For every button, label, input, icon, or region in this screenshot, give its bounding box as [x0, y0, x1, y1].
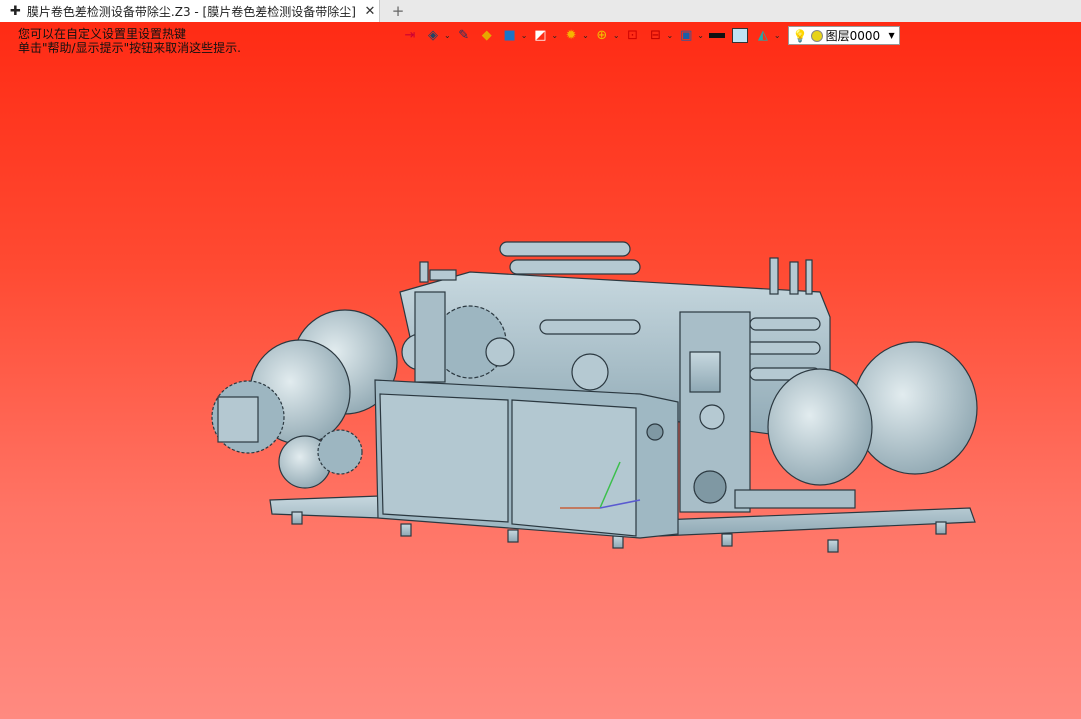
plus-icon: ✚ [10, 3, 21, 19]
close-tab-button[interactable]: ✕ [361, 4, 379, 19]
tab-title: 膜片卷色差检测设备带除尘.Z3 - [膜片卷色差检测设备带除尘] [26, 4, 356, 19]
machine-model[interactable] [0, 22, 1081, 719]
3d-viewport[interactable]: 您可以在自定义设置里设置热键 单击"帮助/显示提示"按钮来取消这些提示. ⇥ ◈… [0, 22, 1081, 719]
tab-bar: ✚ 膜片卷色差检测设备带除尘.Z3 - [膜片卷色差检测设备带除尘] ✕ + [0, 0, 1081, 23]
document-tab[interactable]: ✚ 膜片卷色差检测设备带除尘.Z3 - [膜片卷色差检测设备带除尘] ✕ [0, 0, 380, 22]
right-film-roll [852, 341, 978, 475]
new-tab-button[interactable]: + [388, 0, 408, 22]
cabinet-door-left [379, 393, 509, 523]
